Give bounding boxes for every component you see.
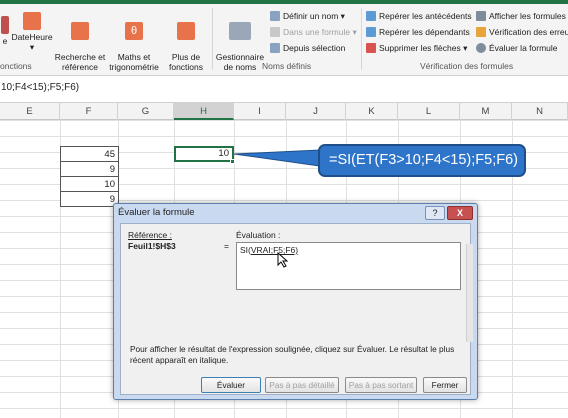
dialog-hint: Pour afficher le résultat de l'expressio… bbox=[130, 344, 455, 365]
supprimer-fleches-button[interactable]: Supprimer les flèches ▾ bbox=[366, 42, 467, 55]
mouse-cursor-icon bbox=[277, 252, 289, 268]
group-label-fonctions: onctions bbox=[0, 61, 32, 71]
tag-icon bbox=[270, 11, 280, 21]
show-formulas-icon bbox=[476, 11, 486, 21]
close-icon[interactable]: X bbox=[447, 206, 473, 220]
fermer-button[interactable]: Fermer bbox=[423, 377, 467, 393]
column-header-m[interactable]: M bbox=[460, 103, 512, 120]
ribbon-separator bbox=[212, 8, 213, 70]
calendar-icon bbox=[23, 12, 41, 30]
evaluation-underlined: VRAI;F5;F6) bbox=[250, 245, 299, 255]
help-button[interactable]: ? bbox=[425, 206, 445, 220]
formula-callout: =SI(ET(F3>10;F4<15);F5;F6) bbox=[318, 144, 526, 177]
dans-formule-button[interactable]: Dans une formule ▾ bbox=[270, 26, 357, 39]
column-header-n[interactable]: N bbox=[512, 103, 568, 120]
selection-grid-icon bbox=[270, 43, 280, 53]
cell-f6[interactable]: 9 bbox=[60, 191, 119, 207]
reference-value: Feuil1!$H$3 bbox=[128, 241, 176, 251]
column-headers: E F G H I J K L M N bbox=[0, 103, 568, 120]
name-manager-icon bbox=[229, 22, 251, 40]
lookup-icon bbox=[71, 22, 89, 40]
column-header-l[interactable]: L bbox=[398, 103, 460, 120]
ribbon-tab-strip bbox=[0, 0, 568, 4]
equals-sign: = bbox=[224, 241, 229, 251]
dependants-button[interactable]: Repérer les dépendants bbox=[366, 26, 470, 39]
definir-nom-button[interactable]: Définir un nom ▾ bbox=[270, 10, 345, 23]
verification-erreurs-button[interactable]: Vérification des erreurs bbox=[476, 26, 568, 39]
cell-f4[interactable]: 9 bbox=[60, 161, 119, 177]
evaluation-prefix: SI( bbox=[240, 245, 251, 255]
cell-h3-selected[interactable]: 10 bbox=[174, 146, 234, 162]
column-header-k[interactable]: K bbox=[346, 103, 398, 120]
callout-pointer bbox=[233, 149, 321, 167]
partial-ribbon-button[interactable]: e bbox=[0, 16, 10, 46]
pas-a-pas-sortant-button[interactable]: Pas à pas sortant bbox=[345, 377, 417, 393]
dialog-title: Évaluer la formule bbox=[118, 207, 195, 218]
vertical-scrollbar[interactable] bbox=[466, 244, 473, 342]
formula-bar[interactable]: 10;F4<15);F5;F6) bbox=[0, 76, 568, 103]
dialog-body: Référence : Feuil1!$H$3 = Évaluation : S… bbox=[120, 223, 473, 395]
date-heure-button[interactable]: DateHeure ▾ bbox=[10, 12, 54, 52]
ribbon-separator bbox=[361, 8, 362, 70]
evaluation-label: Évaluation : bbox=[236, 230, 281, 240]
afficher-formules-button[interactable]: Afficher les formules bbox=[476, 10, 566, 23]
column-header-e[interactable]: E bbox=[0, 103, 60, 120]
group-label-noms-definis: Noms définis bbox=[262, 61, 312, 71]
remove-arrows-icon bbox=[366, 43, 376, 53]
pas-a-pas-detaille-button[interactable]: Pas à pas détaillé bbox=[265, 377, 339, 393]
function-icon bbox=[1, 16, 9, 34]
plus-fonctions-button[interactable]: Plus de fonctions bbox=[164, 12, 208, 72]
evaluer-button[interactable]: Évaluer bbox=[201, 377, 261, 393]
column-header-h[interactable]: H bbox=[174, 103, 234, 120]
evaluate-formula-icon bbox=[476, 43, 486, 53]
more-functions-icon bbox=[177, 22, 195, 40]
theta-icon: θ bbox=[125, 22, 143, 40]
depuis-selection-button[interactable]: Depuis sélection bbox=[270, 42, 345, 55]
column-header-f[interactable]: F bbox=[60, 103, 118, 120]
column-header-j[interactable]: J bbox=[286, 103, 346, 120]
evaluation-box[interactable]: SI(VRAI;F5;F6) bbox=[236, 242, 461, 290]
error-check-icon bbox=[476, 27, 486, 37]
evaluate-formula-dialog: Évaluer la formule ? X Référence : Feuil… bbox=[113, 203, 478, 400]
trace-dependents-icon bbox=[366, 27, 376, 37]
ribbon: e DateHeure ▾ Recherche et référence θ Ma… bbox=[0, 0, 568, 76]
maths-trigo-button[interactable]: θ Maths et trigonométrie bbox=[108, 12, 160, 72]
column-header-g[interactable]: G bbox=[118, 103, 174, 120]
reference-label: Référence : bbox=[128, 230, 172, 240]
formula-bar-text: 10;F4<15);F5;F6) bbox=[1, 82, 80, 93]
cell-f5[interactable]: 10 bbox=[60, 176, 119, 192]
column-header-i[interactable]: I bbox=[234, 103, 286, 120]
cell-f3[interactable]: 45 bbox=[60, 146, 119, 162]
gestionnaire-noms-button[interactable]: Gestionnaire de noms bbox=[214, 12, 266, 72]
antecedents-button[interactable]: Repérer les antécédents bbox=[366, 10, 472, 23]
chevron-down-icon: ▾ bbox=[29, 42, 35, 52]
formula-tag-icon bbox=[270, 27, 280, 37]
group-label-verification: Vérification des formules bbox=[420, 61, 514, 71]
trace-precedents-icon bbox=[366, 11, 376, 21]
recherche-reference-button[interactable]: Recherche et référence bbox=[54, 12, 106, 72]
evaluer-formule-button[interactable]: Évaluer la formule bbox=[476, 42, 558, 55]
